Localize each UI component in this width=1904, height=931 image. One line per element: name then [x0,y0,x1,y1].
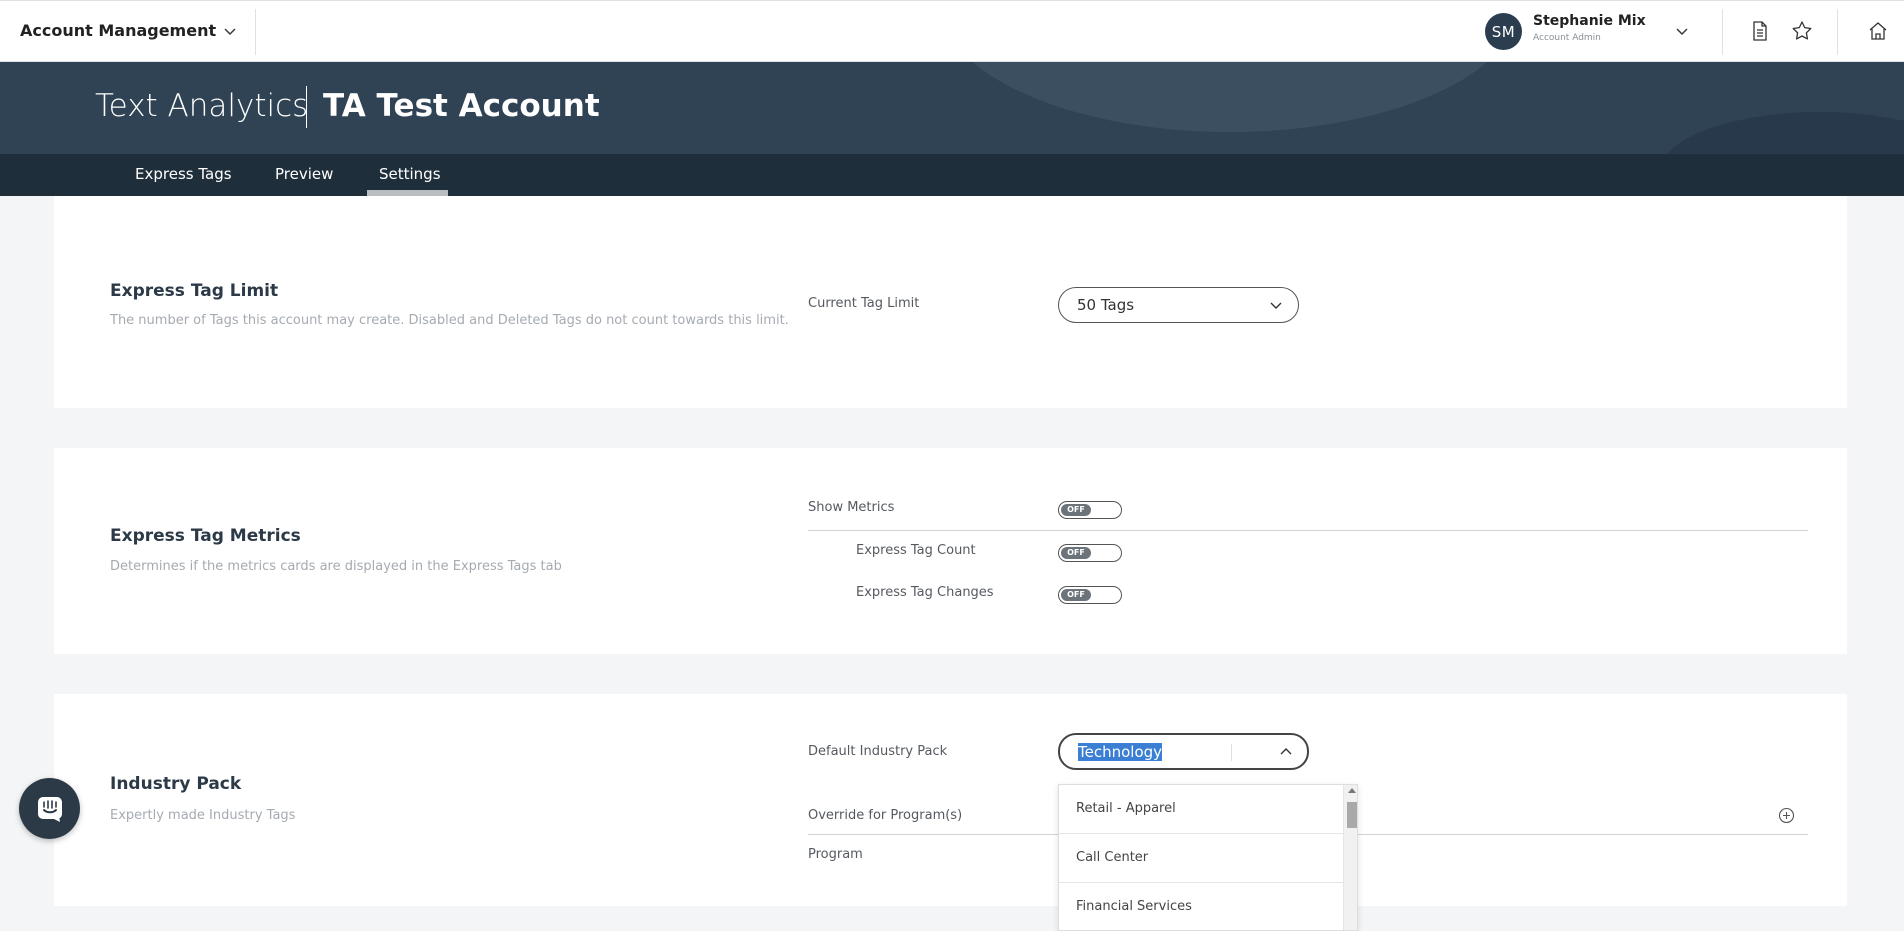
app-menu-label[interactable]: Account Management [20,21,216,40]
industry-pack-select[interactable]: Technology [1058,733,1309,770]
default-industry-pack-label: Default Industry Pack [808,744,948,759]
divider [1837,9,1838,55]
override-programs-label: Override for Program(s) [808,808,963,823]
express-tag-changes-toggle[interactable]: OFF [1058,586,1122,604]
section-description: Determines if the metrics cards are disp… [110,559,562,574]
toggle-state: OFF [1061,589,1091,601]
page-banner: Text Analytics TA Test Account [0,62,1904,154]
scrollbar-thumb[interactable] [1347,802,1357,828]
add-circle-icon[interactable] [1778,807,1795,824]
tag-limit-select[interactable]: 50 Tags [1058,287,1299,323]
option-label: Financial Services [1076,899,1192,914]
toggle-state: OFF [1061,504,1091,516]
document-icon[interactable] [1749,20,1771,42]
current-tag-limit-label: Current Tag Limit [808,296,920,311]
chat-launcher-button[interactable] [19,778,80,839]
industry-pack-value[interactable]: Technology [1078,743,1163,761]
top-bar: Account Management SM Stephanie Mix Acco… [0,0,1904,62]
star-icon[interactable] [1791,20,1813,42]
avatar-initials: SM [1491,22,1516,41]
show-metrics-toggle[interactable]: OFF [1058,501,1122,519]
express-tag-count-label: Express Tag Count [856,543,976,558]
user-name[interactable]: Stephanie Mix [1533,13,1646,29]
express-tag-limit-card: Express Tag Limit The number of Tags thi… [54,196,1847,408]
section-description: Expertly made Industry Tags [110,808,296,823]
program-column-header: Program [808,847,863,862]
express-tag-metrics-card: Express Tag Metrics Determines if the me… [54,448,1847,654]
tag-limit-value: 50 Tags [1077,296,1135,314]
avatar[interactable]: SM [1485,13,1522,50]
divider [255,9,256,55]
industry-pack-dropdown: Retail - Apparel Call Center Financial S… [1058,784,1358,931]
toggle-state: OFF [1061,547,1091,559]
industry-pack-card: Industry Pack Expertly made Industry Tag… [54,694,1847,906]
scroll-up-arrow-icon[interactable] [1348,788,1356,793]
tab-preview[interactable]: Preview [275,165,333,183]
dropdown-option[interactable]: Financial Services [1059,883,1343,930]
title-divider [306,86,307,128]
product-title: Text Analytics [95,88,309,124]
section-title: Industry Pack [110,774,242,794]
show-metrics-label: Show Metrics [808,500,895,515]
tab-express-tags[interactable]: Express Tags [135,165,232,183]
account-title: TA Test Account [323,88,600,124]
express-tag-count-toggle[interactable]: OFF [1058,544,1122,562]
option-label: Call Center [1076,850,1149,865]
dropdown-scrollbar[interactable] [1343,785,1357,930]
divider [1722,9,1723,55]
option-label: Retail - Apparel [1076,801,1176,816]
dropdown-option[interactable]: Call Center [1059,834,1343,883]
text-cursor [1231,744,1232,761]
chevron-down-icon[interactable] [222,23,238,39]
divider [808,530,1808,531]
tab-bar: Express Tags Preview Settings [0,154,1904,196]
section-description: The number of Tags this account may crea… [110,313,789,328]
tab-settings[interactable]: Settings [379,165,441,183]
home-icon[interactable] [1867,20,1889,42]
dropdown-option[interactable]: Retail - Apparel [1059,785,1343,834]
express-tag-changes-label: Express Tag Changes [856,585,994,600]
section-title: Express Tag Limit [110,281,279,301]
chat-icon [38,797,62,822]
chevron-up-icon [1280,748,1292,755]
chevron-down-icon[interactable] [1674,23,1690,39]
user-role: Account Admin [1533,33,1601,43]
section-title: Express Tag Metrics [110,526,301,546]
chevron-down-icon [1270,302,1282,309]
